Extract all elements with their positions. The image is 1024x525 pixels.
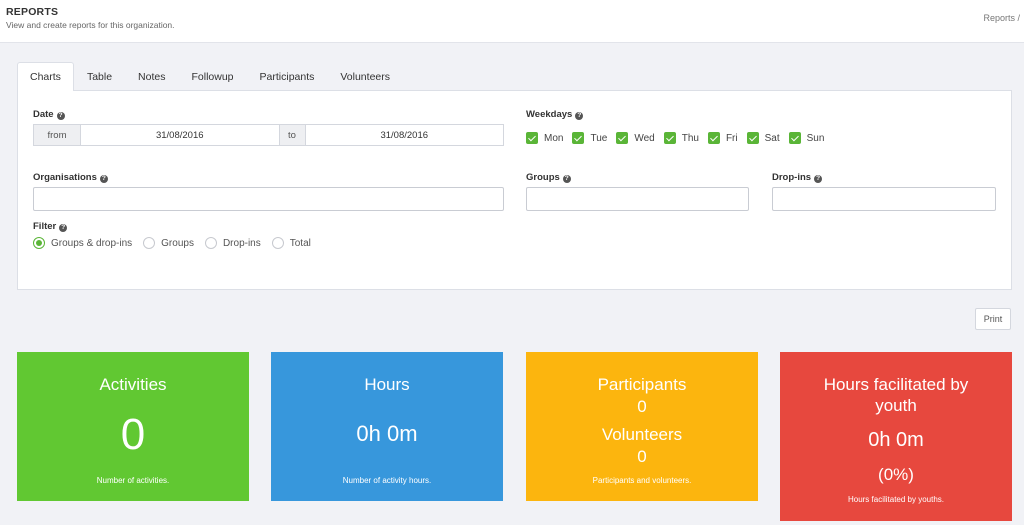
dropins-label: Drop-ins?: [772, 172, 823, 183]
filter-option-total[interactable]: Total: [271, 237, 311, 249]
card-value: 0h 0m: [868, 429, 924, 451]
checkbox-checked-icon[interactable]: [663, 132, 676, 144]
dropins-input[interactable]: [772, 187, 996, 211]
report-tabs: Charts Table Notes Followup Participants…: [17, 62, 403, 91]
card-description: Hours facilitated by youths.: [847, 495, 945, 504]
card-description: Number of activities.: [96, 476, 170, 485]
filter-option-groups-dropins[interactable]: Groups & drop-ins: [33, 237, 132, 249]
participants-title: Participants: [597, 375, 687, 394]
tab-volunteers[interactable]: Volunteers: [327, 62, 403, 91]
card-percent: (0%): [878, 465, 914, 484]
participants-volunteers-card: Participants 0 Volunteers 0 Participants…: [526, 352, 758, 501]
help-icon[interactable]: ?: [562, 175, 571, 183]
page-header: REPORTS View and create reports for this…: [0, 0, 1024, 43]
tab-table[interactable]: Table: [74, 62, 125, 91]
weekday-sat[interactable]: Sat: [746, 132, 780, 144]
weekday-fri[interactable]: Fri: [707, 132, 738, 144]
radio-checked-icon[interactable]: [33, 237, 45, 249]
tab-followup[interactable]: Followup: [178, 62, 246, 91]
weekday-thu[interactable]: Thu: [663, 132, 699, 144]
checkbox-checked-icon[interactable]: [707, 132, 720, 144]
weekdays-checkboxes: Mon Tue Wed Thu Fri Sat Sun: [526, 132, 833, 144]
filter-option-groups[interactable]: Groups: [143, 237, 194, 249]
tab-participants[interactable]: Participants: [247, 62, 328, 91]
card-value: 0: [120, 410, 146, 459]
card-title: Activities: [99, 375, 167, 394]
hours-card: Hours 0h 0m Number of activity hours.: [271, 352, 503, 501]
weekday-wed[interactable]: Wed: [616, 132, 655, 144]
activities-card: Activities 0 Number of activities.: [17, 352, 249, 501]
card-description: Participants and volunteers.: [592, 476, 692, 485]
date-to-input[interactable]: [305, 125, 503, 145]
help-icon[interactable]: ?: [59, 224, 68, 232]
help-icon[interactable]: ?: [575, 112, 584, 120]
weekdays-label: Weekdays?: [526, 109, 584, 120]
tab-charts[interactable]: Charts: [17, 62, 74, 91]
organisations-input[interactable]: [33, 187, 504, 211]
card-value: 0h 0m: [356, 421, 418, 446]
filter-panel: Date? from to Weekdays? Mon Tue Wed Thu …: [17, 90, 1012, 290]
page-title: REPORTS: [6, 6, 59, 18]
checkbox-checked-icon[interactable]: [572, 132, 585, 144]
volunteers-value: 0: [637, 447, 647, 466]
groups-input[interactable]: [526, 187, 749, 211]
from-addon: from: [34, 125, 81, 145]
card-title: Hours facilitated by youth: [823, 375, 969, 415]
youth-hours-card: Hours facilitated by youth 0h 0m (0%) Ho…: [780, 352, 1012, 521]
to-addon: to: [278, 125, 306, 145]
tab-notes[interactable]: Notes: [125, 62, 178, 91]
groups-label: Groups?: [526, 172, 571, 183]
organisations-label: Organisations?: [33, 172, 108, 183]
filter-option-dropins[interactable]: Drop-ins: [204, 237, 261, 249]
breadcrumb[interactable]: Reports /: [983, 13, 1020, 23]
radio-icon[interactable]: [271, 237, 284, 249]
date-label: Date?: [33, 109, 65, 120]
checkbox-checked-icon[interactable]: [788, 132, 801, 144]
help-icon[interactable]: ?: [99, 175, 108, 183]
weekday-sun[interactable]: Sun: [788, 132, 824, 144]
volunteers-title: Volunteers: [601, 425, 683, 444]
checkbox-checked-icon[interactable]: [616, 132, 629, 144]
help-icon[interactable]: ?: [56, 112, 65, 120]
date-from-input[interactable]: [81, 125, 279, 145]
weekday-mon[interactable]: Mon: [526, 132, 563, 144]
card-title: Hours: [364, 375, 410, 394]
checkbox-checked-icon[interactable]: [746, 132, 759, 144]
print-button[interactable]: Print: [975, 308, 1011, 330]
filter-label: Filter?: [33, 221, 68, 232]
weekday-tue[interactable]: Tue: [572, 132, 607, 144]
filter-radio-group: Groups & drop-ins Groups Drop-ins Total: [33, 237, 322, 249]
checkbox-checked-icon[interactable]: [526, 132, 538, 144]
page-subtitle: View and create reports for this organiz…: [6, 20, 175, 30]
date-range: from to: [33, 124, 504, 146]
card-description: Number of activity hours.: [342, 476, 432, 485]
participants-value: 0: [637, 397, 647, 416]
help-icon[interactable]: ?: [814, 175, 823, 183]
radio-icon[interactable]: [204, 237, 217, 249]
radio-icon[interactable]: [143, 237, 156, 249]
